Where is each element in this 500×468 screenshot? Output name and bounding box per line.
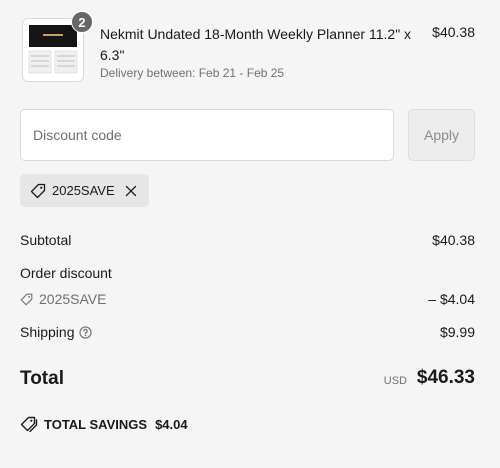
discount-code-input[interactable]: Discount code [20, 109, 394, 161]
subtotal-value: $40.38 [432, 232, 475, 248]
apply-discount-button[interactable]: Apply [408, 109, 475, 161]
currency-code: USD [383, 375, 407, 387]
total-row: Total USD $46.33 [20, 367, 475, 392]
savings-amount: $4.04 [155, 416, 188, 432]
quantity-badge: 2 [71, 11, 93, 33]
question-circle-icon[interactable] [78, 326, 92, 339]
product-price: $40.38 [432, 24, 475, 40]
savings-tag-icon [20, 416, 38, 432]
order-discount-label: Order discount [20, 265, 112, 281]
close-icon[interactable] [125, 185, 137, 197]
product-name: Nekmit Undated 18-Month Weekly Planner 1… [100, 26, 412, 63]
applied-discount-code: 2025SAVE [52, 183, 115, 198]
tag-icon [30, 183, 46, 198]
discount-code-label: 2025SAVE [39, 291, 107, 307]
cart-line-item: 2 Nekmit Undated 18-Month Weekly Planner… [20, 11, 480, 86]
shipping-value: $9.99 [439, 324, 475, 340]
savings-label: TOTAL SAVINGS [44, 416, 148, 432]
applied-discount-chip: 2025SAVE [20, 174, 149, 207]
discount-amount: – $4.04 [428, 291, 475, 307]
total-label: Total [20, 368, 64, 389]
delivery-estimate: Delivery between: Feb 21 - Feb 25 [100, 66, 285, 80]
total-amount: $46.33 [416, 367, 475, 388]
shipping-label: Shipping [20, 324, 75, 340]
subtotal-label: Subtotal [20, 232, 72, 248]
total-savings: TOTAL SAVINGS $4.04 [20, 416, 188, 432]
tag-icon [20, 293, 33, 306]
